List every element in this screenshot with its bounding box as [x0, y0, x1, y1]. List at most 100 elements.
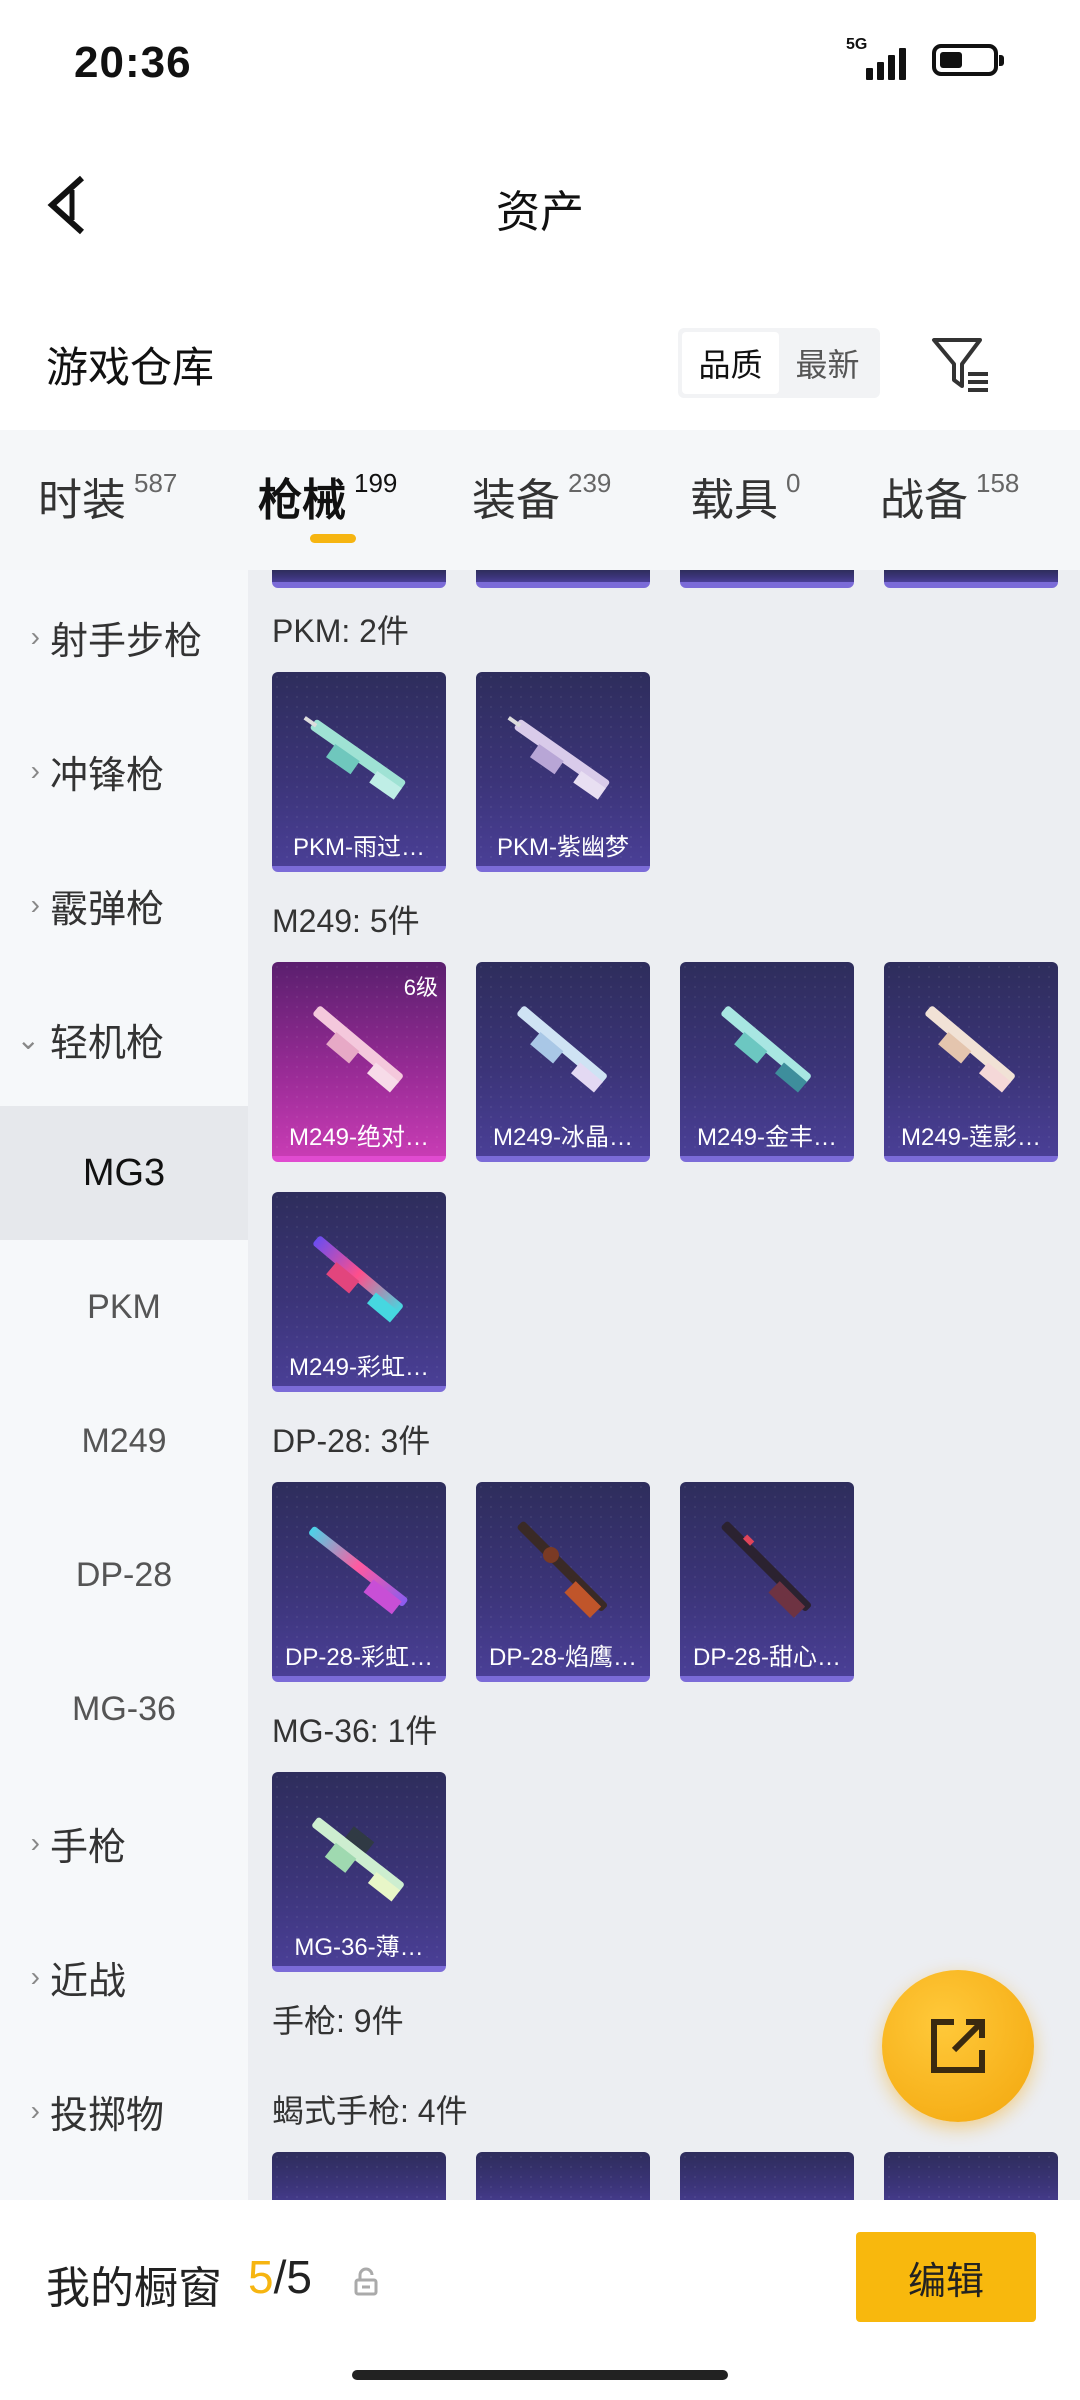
item-card[interactable]: M249-冰晶… — [476, 962, 650, 1162]
gun-image — [721, 1006, 811, 1093]
item-card[interactable]: M249-莲影… — [884, 962, 1058, 1162]
sidebar-subitem-dp28[interactable]: DP-28 — [0, 1508, 248, 1642]
sidebar-item-pistol[interactable]: › 手枪 — [0, 1776, 248, 1910]
item-card[interactable]: M249-金丰… — [680, 962, 854, 1162]
tab-count: 158 — [976, 468, 1020, 498]
chevron-right-icon: › — [30, 1961, 40, 1992]
battery-icon — [932, 44, 1004, 76]
tab-vehicles[interactable]: 载具 0 — [690, 464, 800, 528]
sidebar-item-label: 射手步枪 — [50, 620, 203, 663]
category-tabs: 时装 587 枪械 199 装备 239 载具 0 战备 158 — [0, 430, 1080, 570]
page-title: 资产 — [496, 188, 584, 237]
sort-toggle: 品质 最新 — [678, 328, 880, 398]
item-name: M249-绝对… — [288, 1124, 430, 1151]
sidebar: › 射手步枪 › 冲锋枪 › 霰弹枪 ⌄ 轻机枪 MG3 PKM M249 DP… — [0, 570, 248, 2200]
lock-icon — [354, 2267, 378, 2296]
chevron-right-icon: › — [30, 2095, 40, 2126]
section-title: M249: 5件 — [272, 903, 420, 939]
sidebar-subitem-pkm[interactable]: PKM — [0, 1240, 248, 1374]
chevron-right-icon: › — [30, 755, 40, 786]
sidebar-subitem-m249[interactable]: M249 — [0, 1374, 248, 1508]
sort-option-quality[interactable]: 品质 — [682, 332, 779, 394]
tab-count: 0 — [786, 468, 801, 498]
item-card[interactable] — [884, 570, 1058, 588]
gun-image — [721, 1521, 812, 1618]
sort-option-newest[interactable]: 最新 — [779, 332, 876, 394]
edit-button[interactable]: 编辑 — [856, 2232, 1036, 2322]
sidebar-item-label: 轻机枪 — [50, 1022, 165, 1065]
tab-count: 199 — [354, 468, 398, 498]
item-name: M249-彩虹… — [288, 1354, 430, 1381]
sidebar-item-shotgun[interactable]: › 霰弹枪 — [0, 838, 248, 972]
item-card[interactable]: PKM-雨过… — [272, 672, 446, 872]
chevron-right-icon: › — [30, 1827, 40, 1858]
gun-image — [312, 1817, 404, 1902]
sidebar-subitem-mg3[interactable]: MG3 — [0, 1106, 248, 1240]
item-card[interactable] — [884, 2152, 1058, 2200]
tab-count: 239 — [568, 468, 612, 498]
tab-label: 战备 — [880, 476, 968, 525]
item-card[interactable]: DP-28-焰鹰… — [476, 1482, 650, 1682]
sidebar-item-marksman-rifle[interactable]: › 射手步枪 — [0, 570, 248, 704]
sidebar-item-smg[interactable]: › 冲锋枪 — [0, 704, 248, 838]
home-indicator[interactable] — [352, 2370, 728, 2380]
item-name: PKM-紫幽梦 — [497, 834, 629, 861]
item-name: M249-冰晶… — [492, 1124, 634, 1151]
item-card[interactable]: MG-36-薄… — [272, 1772, 446, 1972]
section-title: MG-36: 1件 — [272, 1713, 438, 1749]
item-name: DP-28-焰鹰… — [488, 1644, 638, 1671]
warehouse-header: 游戏仓库 品质 最新 — [0, 310, 1080, 420]
item-card[interactable]: M249-彩虹… — [272, 1192, 446, 1392]
status-time: 20:36 — [74, 38, 192, 87]
status-icons: 5G — [846, 36, 1004, 80]
tab-label: 载具 — [690, 476, 778, 525]
item-name: DP-28-甜心… — [692, 1644, 842, 1671]
chevron-right-icon: › — [30, 889, 40, 920]
sidebar-item-melee[interactable]: › 近战 — [0, 1910, 248, 2044]
tab-equipment[interactable]: 装备 239 — [472, 464, 611, 528]
showcase-count: 5/5 — [248, 2250, 312, 2304]
section-title: 手枪: 9件 — [272, 2003, 404, 2039]
section-title: 蝎式手枪: 4件 — [272, 2093, 468, 2129]
item-grid: PKM: 2件 PKM-雨过… PKM-紫幽梦 M249: 5件 6级 M249… — [248, 570, 1080, 2200]
item-card[interactable] — [476, 570, 650, 588]
tab-supplies[interactable]: 战备 158 — [880, 464, 1019, 528]
gun-image — [517, 1006, 607, 1093]
tab-label: 枪械 — [258, 476, 346, 525]
showcase-total: /5 — [273, 2251, 312, 2303]
item-name: M249-莲影… — [900, 1124, 1042, 1151]
sidebar-item-label: 手枪 — [50, 1826, 127, 1869]
tab-fashion[interactable]: 时装 587 — [38, 464, 177, 528]
gun-image — [303, 716, 406, 800]
sidebar-item-lmg[interactable]: ⌄ 轻机枪 — [0, 972, 248, 1106]
item-card[interactable] — [680, 2152, 854, 2200]
sidebar-item-label: 近战 — [50, 1960, 127, 2003]
tab-firearms[interactable]: 枪械 199 — [258, 464, 397, 528]
share-button[interactable] — [882, 1970, 1034, 2122]
item-card[interactable]: DP-28-彩虹… — [272, 1482, 446, 1682]
gun-image — [313, 1236, 403, 1323]
item-card[interactable] — [476, 2152, 650, 2200]
filter-icon[interactable] — [930, 334, 992, 396]
item-card[interactable]: 6级 M249-绝对… — [272, 962, 446, 1162]
item-card[interactable] — [272, 2152, 446, 2200]
item-name: M249-金丰… — [696, 1124, 838, 1151]
item-card[interactable] — [680, 570, 854, 588]
sidebar-item-label: 霰弹枪 — [50, 888, 165, 931]
gun-image — [517, 1521, 608, 1618]
sidebar-subitem-mg36[interactable]: MG-36 — [0, 1642, 248, 1776]
sidebar-item-label: MG3 — [82, 1151, 166, 1194]
item-card[interactable]: PKM-紫幽梦 — [476, 672, 650, 872]
item-card[interactable] — [272, 570, 446, 588]
section-title: PKM: 2件 — [272, 613, 409, 649]
tab-label: 装备 — [472, 476, 560, 525]
item-card[interactable]: DP-28-甜心… — [680, 1482, 854, 1682]
signal-icon: 5G — [846, 36, 906, 80]
showcase-current: 5 — [248, 2251, 274, 2303]
sidebar-item-throwables[interactable]: › 投掷物 — [0, 2044, 248, 2178]
sidebar-item-label: DP-28 — [75, 1555, 173, 1594]
share-icon — [931, 2019, 985, 2073]
item-name: DP-28-彩虹… — [284, 1644, 434, 1671]
gun-image — [313, 1006, 403, 1093]
chevron-down-icon: ⌄ — [16, 1023, 40, 1055]
